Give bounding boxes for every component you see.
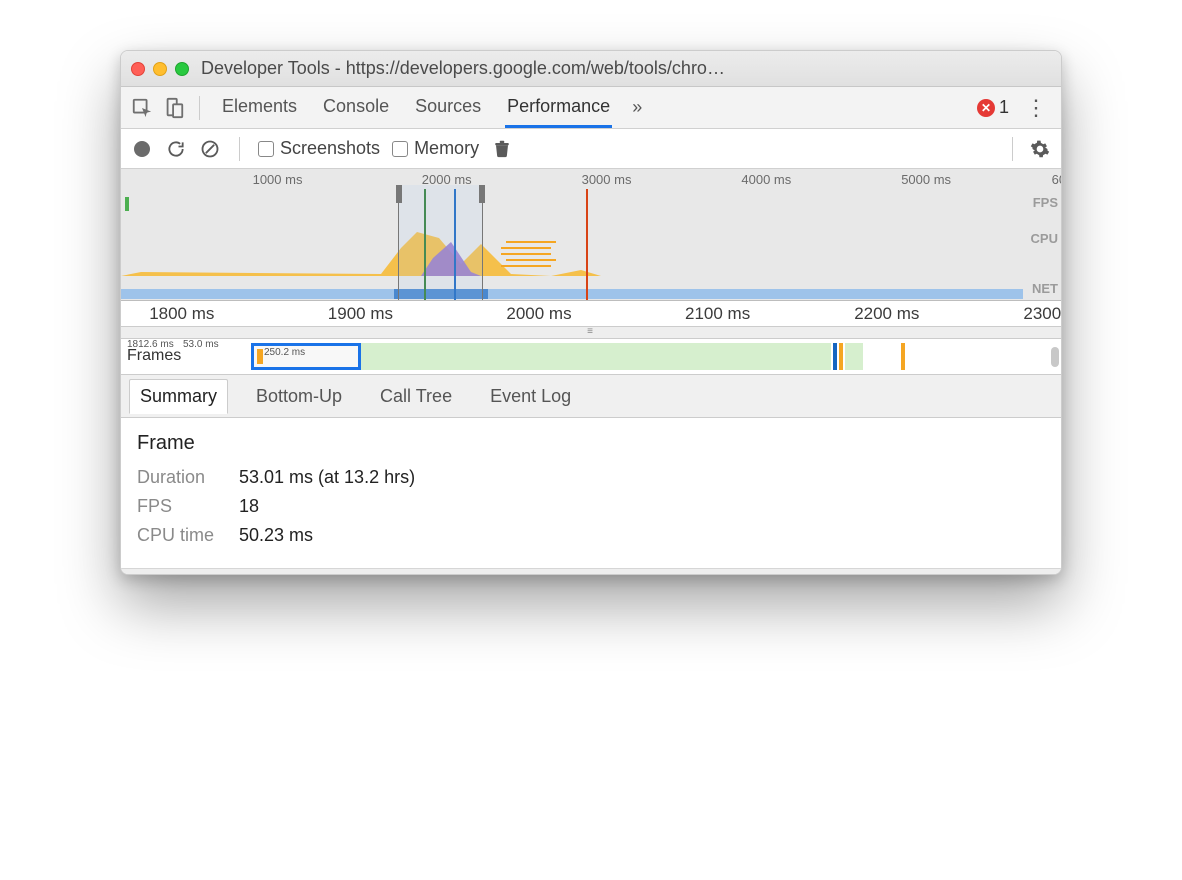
memory-checkbox[interactable]: Memory — [392, 138, 479, 159]
frames-track[interactable]: 1812.6 ms 53.0 ms Frames 250.2 ms — [121, 339, 1061, 375]
summary-value: 53.01 ms (at 13.2 hrs) — [239, 467, 415, 488]
scrollbar-thumb[interactable] — [1051, 347, 1059, 367]
reload-record-button[interactable] — [165, 138, 187, 160]
tab-summary[interactable]: Summary — [129, 379, 228, 414]
inspect-element-icon[interactable] — [129, 95, 155, 121]
tab-bottom-up[interactable]: Bottom-Up — [246, 380, 352, 413]
error-count: 1 — [999, 97, 1009, 118]
ruler-tick-label: 2300 — [1023, 304, 1061, 324]
details-tabs: Summary Bottom-Up Call Tree Event Log — [121, 375, 1061, 418]
overview-net-label: NET — [1032, 281, 1058, 296]
overview-tick-label: 3000 ms — [582, 172, 632, 187]
panel-tabs: Elements Console Sources Performance — [220, 88, 612, 128]
memory-label: Memory — [414, 138, 479, 159]
selection-handle-left[interactable] — [396, 185, 402, 203]
summary-heading: Frame — [137, 432, 1045, 455]
overview-tick-label: 4000 ms — [741, 172, 791, 187]
frame-mini-label: 250.2 ms — [264, 347, 305, 358]
summary-row: Duration 53.01 ms (at 13.2 hrs) — [137, 467, 1045, 488]
divider — [199, 96, 200, 120]
summary-row: CPU time 50.23 ms — [137, 525, 1045, 546]
devtools-tabstrip: Elements Console Sources Performance » ✕… — [121, 87, 1061, 129]
error-icon: ✕ — [977, 99, 995, 117]
window-title: Developer Tools - https://developers.goo… — [201, 58, 1051, 79]
frame-selected[interactable]: 250.2 ms — [251, 343, 361, 370]
summary-value: 18 — [239, 496, 259, 517]
overview-fps-label: FPS — [1033, 195, 1058, 210]
tab-performance[interactable]: Performance — [505, 88, 612, 128]
footer-divider — [121, 568, 1061, 574]
checkbox-icon — [258, 141, 274, 157]
overview-tick-label: 6000 — [1052, 172, 1062, 187]
frame-mini-label: 53.0 ms — [183, 339, 219, 350]
summary-pane: Frame Duration 53.01 ms (at 13.2 hrs) FPS… — [121, 418, 1061, 568]
devtools-menu-icon[interactable]: ⋮ — [1019, 95, 1053, 121]
screenshots-label: Screenshots — [280, 138, 380, 159]
summary-key: FPS — [137, 496, 225, 517]
divider — [239, 137, 240, 161]
detail-ruler[interactable]: 1800 ms 1900 ms 2000 ms 2100 ms 2200 ms 2300 — [121, 301, 1061, 327]
zoom-window-button[interactable] — [175, 62, 189, 76]
record-button[interactable] — [131, 138, 153, 160]
overview-ticks: 1000 ms2000 ms3000 ms4000 ms5000 ms6000 — [121, 169, 1061, 191]
frame-marker — [833, 343, 837, 370]
summary-key: Duration — [137, 467, 225, 488]
summary-key: CPU time — [137, 525, 225, 546]
screenshots-checkbox[interactable]: Screenshots — [258, 138, 380, 159]
tab-event-log[interactable]: Event Log — [480, 380, 581, 413]
minimize-window-button[interactable] — [153, 62, 167, 76]
capture-settings-icon[interactable] — [1029, 138, 1051, 160]
ruler-tick-label: 1800 ms — [149, 304, 214, 324]
frame-paint-bar — [257, 349, 263, 364]
clear-button[interactable] — [199, 138, 221, 160]
ruler-tick-label: 2100 ms — [685, 304, 750, 324]
frames-label: Frames — [127, 347, 181, 365]
summary-row: FPS 18 — [137, 496, 1045, 517]
ruler-tick-label: 1900 ms — [328, 304, 393, 324]
close-window-button[interactable] — [131, 62, 145, 76]
overview-tick-label: 5000 ms — [901, 172, 951, 187]
toggle-device-toolbar-icon[interactable] — [161, 95, 187, 121]
ruler-tick-label: 2000 ms — [506, 304, 571, 324]
tab-elements[interactable]: Elements — [220, 88, 299, 128]
divider — [1012, 137, 1013, 161]
frame-segment[interactable] — [845, 343, 863, 370]
tab-call-tree[interactable]: Call Tree — [370, 380, 462, 413]
frame-segment[interactable] — [361, 343, 831, 370]
selection-handle-right[interactable] — [479, 185, 485, 203]
window-controls — [131, 62, 189, 76]
devtools-window: Developer Tools - https://developers.goo… — [120, 50, 1062, 575]
garbage-collect-button[interactable] — [491, 138, 513, 160]
overview-net-bar — [121, 289, 1023, 299]
overview-selection[interactable] — [398, 185, 483, 300]
overview-cpu-chart — [121, 228, 1061, 276]
fps-bar — [125, 197, 129, 211]
frame-marker — [901, 343, 905, 370]
summary-value: 50.23 ms — [239, 525, 313, 546]
tab-console[interactable]: Console — [321, 88, 391, 128]
frame-marker — [839, 343, 843, 370]
overview-marker — [586, 189, 588, 300]
performance-toolbar: Screenshots Memory — [121, 129, 1061, 169]
drag-divider[interactable]: ≡ — [121, 327, 1061, 339]
titlebar: Developer Tools - https://developers.goo… — [121, 51, 1061, 87]
overview-timeline[interactable]: 1000 ms2000 ms3000 ms4000 ms5000 ms6000 … — [121, 169, 1061, 301]
ruler-tick-label: 2200 ms — [854, 304, 919, 324]
tabstrip-right: ✕ 1 ⋮ — [977, 95, 1053, 121]
tab-sources[interactable]: Sources — [413, 88, 483, 128]
overview-tick-label: 1000 ms — [253, 172, 303, 187]
error-indicator[interactable]: ✕ 1 — [977, 97, 1009, 118]
checkbox-icon — [392, 141, 408, 157]
more-tabs-button[interactable]: » — [632, 97, 642, 118]
